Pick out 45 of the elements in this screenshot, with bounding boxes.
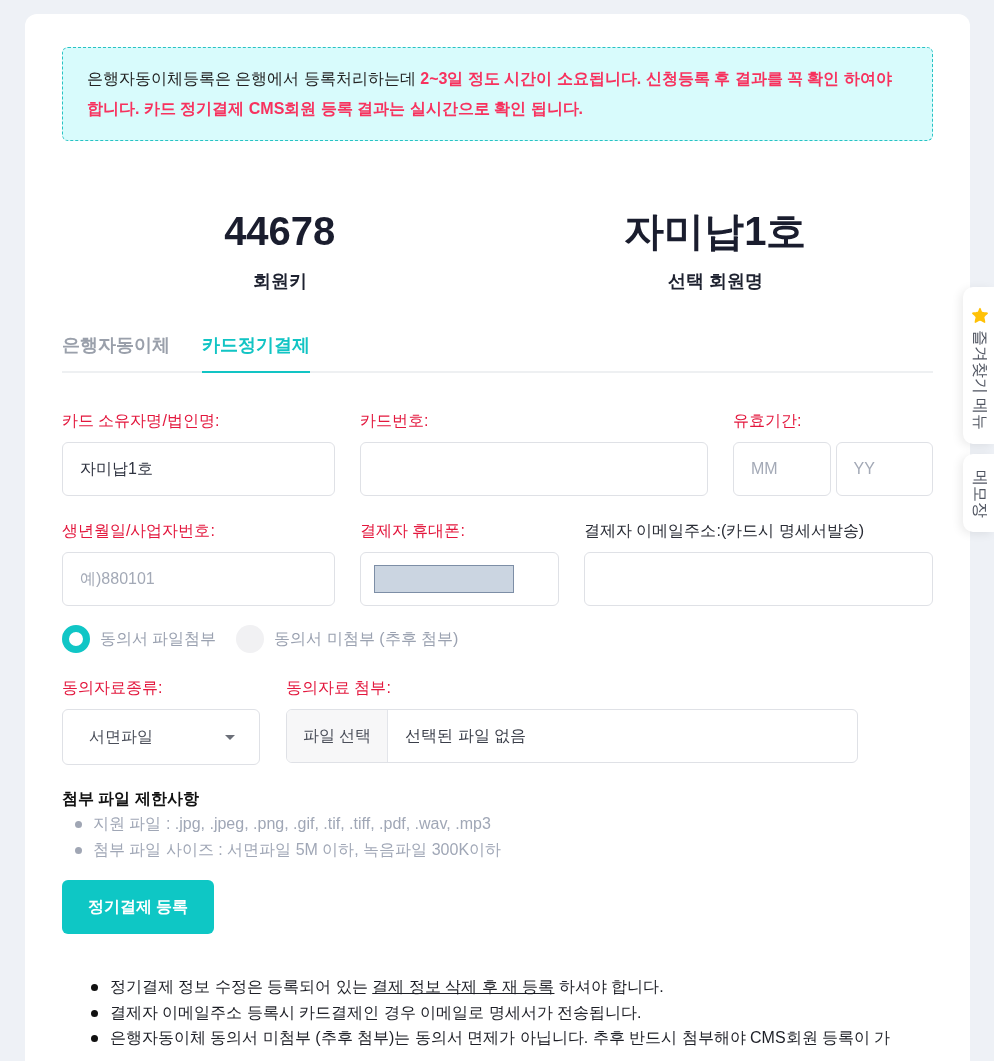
tab[interactable]: 은행자동이체 [62,331,170,373]
field-label: 유효기간: [733,411,802,431]
stat-value: 자미납1호 [624,208,807,255]
bullet-icon [75,820,82,828]
dropdown[interactable]: 서면파일 [62,709,260,765]
radio-button[interactable] [62,625,90,653]
restriction-item: 첨부 파일 사이즈 : 서면파일 5M 이하, 녹음파일 300K이하 [93,839,502,860]
section-title: 첨부 파일 제한사항 [62,789,199,809]
tab[interactable]: 카드정기결제 [202,331,310,373]
bullet-icon [91,984,98,991]
stat-value: 44678 [224,208,336,255]
file-status-text: 선택된 파일 없음 [404,725,527,746]
input-field[interactable] [584,552,933,606]
submit-button[interactable]: 정기결제 등록 [62,880,215,934]
stat-label: 회원키 [252,270,307,293]
input-field[interactable] [360,552,559,606]
side-tab[interactable]: 즐겨찾기 메뉴 [963,287,994,445]
radio-label[interactable]: 동의서 미첨부 (추후 첨부) [274,628,459,650]
stat-label: 선택 회원명 [667,270,763,293]
field-label: 생년월일/사업자번호: [62,521,215,541]
input-field[interactable]: 자미납1호 [62,442,335,496]
input-field[interactable]: 예)880101 [62,552,335,606]
caret-icon [225,734,235,740]
field-label: 동의자료종류: [62,678,163,698]
field-label: 결제자 휴대폰: [360,521,465,541]
file-choose-button[interactable]: 파일 선택 [287,710,389,762]
notice-text: 은행자동이체등록은 은행에서 등록처리하는데 2~3일 정도 시간이 소요됩니다. 신청등록 후 결과를 꼭 확인 하여야 합니다. 카드 정기결제 CMS회원 등록 결과는 실시간으로 확인 됩니다. [62,47,933,141]
side-tab[interactable]: 메모장 [963,454,994,533]
note-item: 정기결제 정보 수정은 등록되어 있는 결제 정보 삭제 후 재 등록 하셔야 합니다. [110,977,664,997]
input-field[interactable] [360,442,708,496]
field-label: 동의자료 첨부: [286,678,391,698]
input-field[interactable]: YY [835,442,933,496]
file-input[interactable]: 파일 선택 선택된 파일 없음 [286,709,858,763]
bullet-icon [91,1035,98,1042]
field-label: 결제자 이메일주소:(카드시 명세서발송) [584,521,864,541]
input-field[interactable]: MM [733,442,831,496]
star-icon [970,307,989,324]
bullet-icon [91,1009,98,1017]
bullet-icon [75,846,82,854]
note-item: 은행자동이체 동의서 미첨부 (추후 첨부)는 동의서 면제가 아닙니다. 추후 반드시 첨부해야 CMS회원 등록이 가 [110,1028,891,1048]
field-label: 카드 소유자명/법인명: [62,411,220,431]
note-item: 결제자 이메일주소 등록시 카드결제인 경우 이메일로 명세서가 전송됩니다. [110,1002,642,1023]
radio-label[interactable]: 동의서 파일첨부 [100,628,217,650]
restriction-item: 지원 파일 : .jpg, .jpeg, .png, .gif, .tif, .tiff, .pdf, .wav, .mp3 [93,813,491,834]
field-label: 카드번호: [360,411,429,431]
